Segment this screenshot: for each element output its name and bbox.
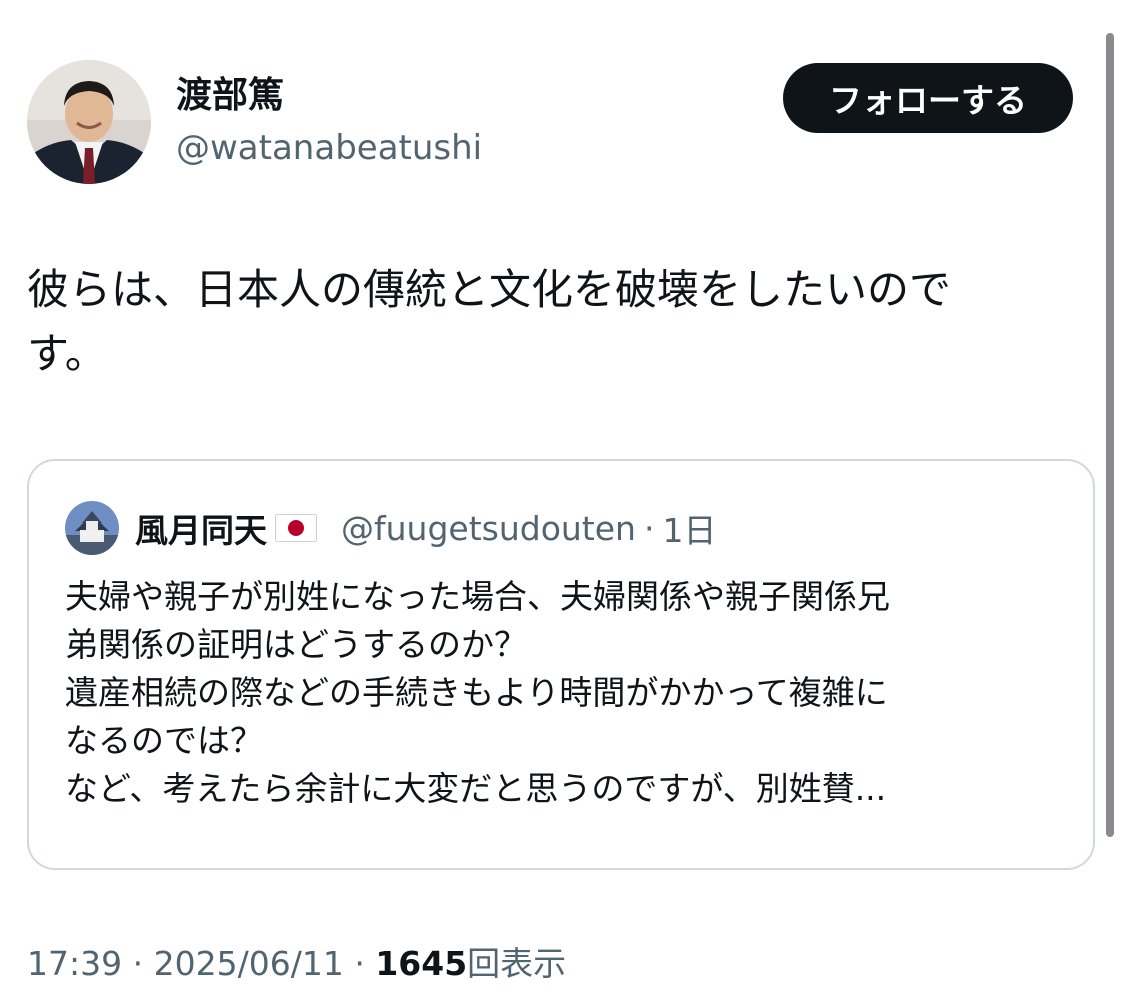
japan-flag-icon	[275, 514, 317, 542]
quoted-text-line: なるのでは？	[65, 721, 263, 760]
quoted-tweet-card[interactable]: 風月同天 @fuugetsudouten · 1日 夫婦や親子が別姓になった場合…	[27, 459, 1095, 870]
tweet-text: 彼らは、日本人の傳統と文化を破壊をしたいので す。	[27, 258, 1087, 386]
author-avatar[interactable]	[27, 60, 151, 184]
follow-button[interactable]: フォローする	[783, 63, 1073, 133]
quoted-text-line: 弟関係の証明はどうするのか？	[65, 625, 527, 664]
quoted-tweet-header: 風月同天 @fuugetsudouten · 1日	[65, 501, 716, 555]
quoted-author-handle[interactable]: @fuugetsudouten	[341, 509, 636, 548]
quoted-author-avatar[interactable]	[65, 501, 119, 555]
quoted-text-line: など、考えたら余計に大変だと思うのですが、別姓賛...	[65, 769, 887, 808]
views-label: 回表示	[467, 944, 567, 983]
tweet-text-line: す。	[27, 329, 107, 378]
author-handle[interactable]: @watanabeatushi	[176, 126, 482, 170]
author-name[interactable]: 渡部篤	[176, 74, 284, 118]
quoted-text-line: 遺産相続の際などの手続きもより時間がかかって複雑に	[65, 673, 888, 712]
separator-dot: ·	[132, 944, 144, 983]
quoted-tweet-text: 夫婦や親子が別姓になった場合、夫婦関係や親子関係兄 弟関係の証明はどうするのか？…	[65, 573, 1065, 813]
quoted-tweet-time[interactable]: 1日	[662, 504, 716, 552]
quoted-author-name[interactable]: 風月同天	[135, 504, 267, 552]
views-count: 1645	[375, 944, 468, 983]
scrollbar[interactable]	[1106, 33, 1114, 837]
tweet-meta: 17:39 · 2025/06/11 · 1645回表示	[27, 942, 566, 986]
separator-dot: ·	[354, 944, 365, 983]
separator-dot: ·	[643, 508, 655, 548]
tweet-time[interactable]: 17:39	[27, 944, 122, 983]
tweet-date[interactable]: 2025/06/11	[154, 944, 344, 983]
quoted-text-line: 夫婦や親子が別姓になった場合、夫婦関係や親子関係兄	[65, 577, 890, 616]
tweet-text-line: 彼らは、日本人の傳統と文化を破壊をしたいので	[27, 265, 952, 314]
